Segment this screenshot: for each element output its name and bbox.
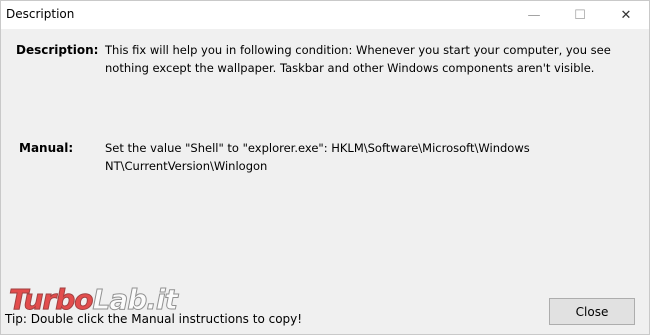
maximize-button[interactable]: ☐	[557, 1, 603, 29]
minimize-button[interactable]: —	[511, 1, 557, 29]
close-window-button[interactable]: ✕	[603, 1, 649, 29]
manual-instructions[interactable]: Set the value "Shell" to "explorer.exe":…	[105, 139, 635, 175]
description-text: This fix will help you in following cond…	[105, 43, 611, 75]
window-title: Description	[6, 7, 75, 21]
manual-label: Manual:	[19, 141, 74, 155]
close-button[interactable]: Close	[549, 298, 635, 325]
title-bar: Description — ☐ ✕	[1, 1, 649, 29]
description-label: Description:	[16, 43, 99, 57]
description-window: Description — ☐ ✕ Description: This fix …	[0, 0, 650, 335]
tip-text: Tip: Double click the Manual instruction…	[5, 312, 303, 326]
